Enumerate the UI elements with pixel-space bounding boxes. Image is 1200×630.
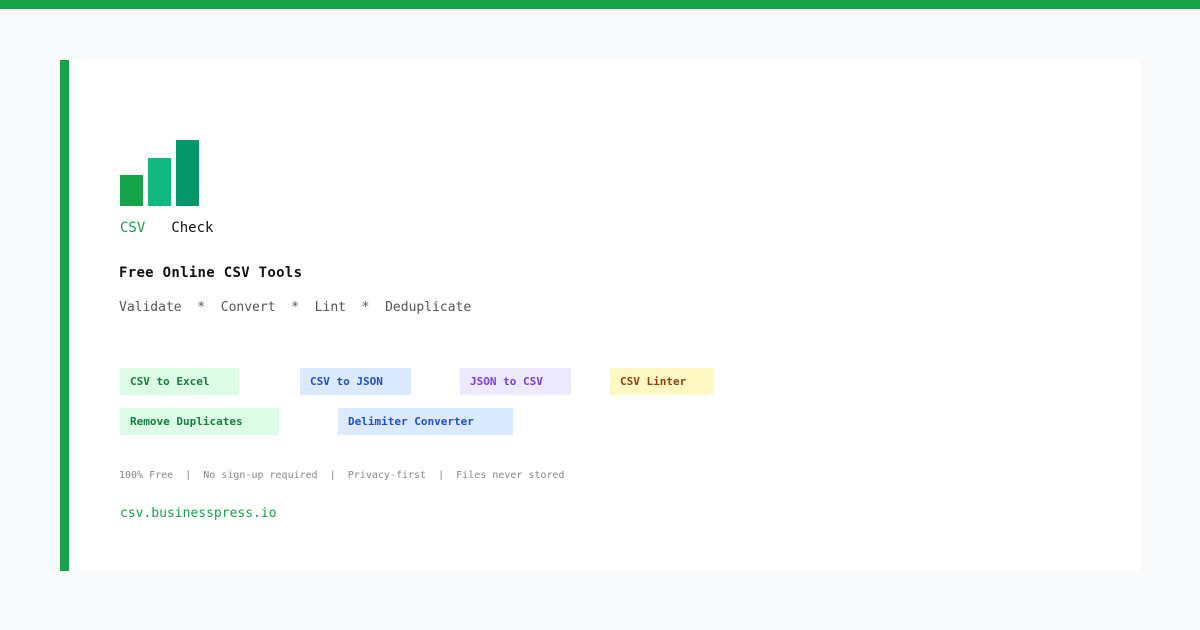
card-accent-stripe xyxy=(60,60,69,571)
tag-json-to-csv[interactable]: JSON to CSV xyxy=(460,368,571,395)
headline: Free Online CSV Tools xyxy=(119,265,303,281)
top-accent-bar xyxy=(0,0,1200,9)
brand-name-part1: CSV xyxy=(120,220,146,236)
tag-csv-to-excel[interactable]: CSV to Excel xyxy=(120,368,239,395)
tag-remove-duplicates[interactable]: Remove Duplicates xyxy=(120,408,279,435)
tag-csv-linter[interactable]: CSV Linter xyxy=(610,368,713,395)
logo-bar-tall xyxy=(176,140,199,206)
brand-name-part2: Check xyxy=(171,220,214,236)
bar-chart-logo-icon xyxy=(120,140,200,206)
logo-bar-short xyxy=(120,175,143,206)
logo-bar-medium xyxy=(148,158,171,206)
site-url-link[interactable]: csv.businesspress.io xyxy=(120,506,277,521)
tag-csv-to-json[interactable]: CSV to JSON xyxy=(300,368,411,395)
banner-card: CSV Check Free Online CSV Tools Validate … xyxy=(60,60,1141,571)
brand-name: CSV Check xyxy=(120,220,213,236)
tag-delimiter-converter[interactable]: Delimiter Converter xyxy=(338,408,513,435)
footnote: 100% Free | No sign-up required | Privac… xyxy=(119,470,565,481)
feature-list: Validate * Convert * Lint * Deduplicate xyxy=(119,300,472,315)
